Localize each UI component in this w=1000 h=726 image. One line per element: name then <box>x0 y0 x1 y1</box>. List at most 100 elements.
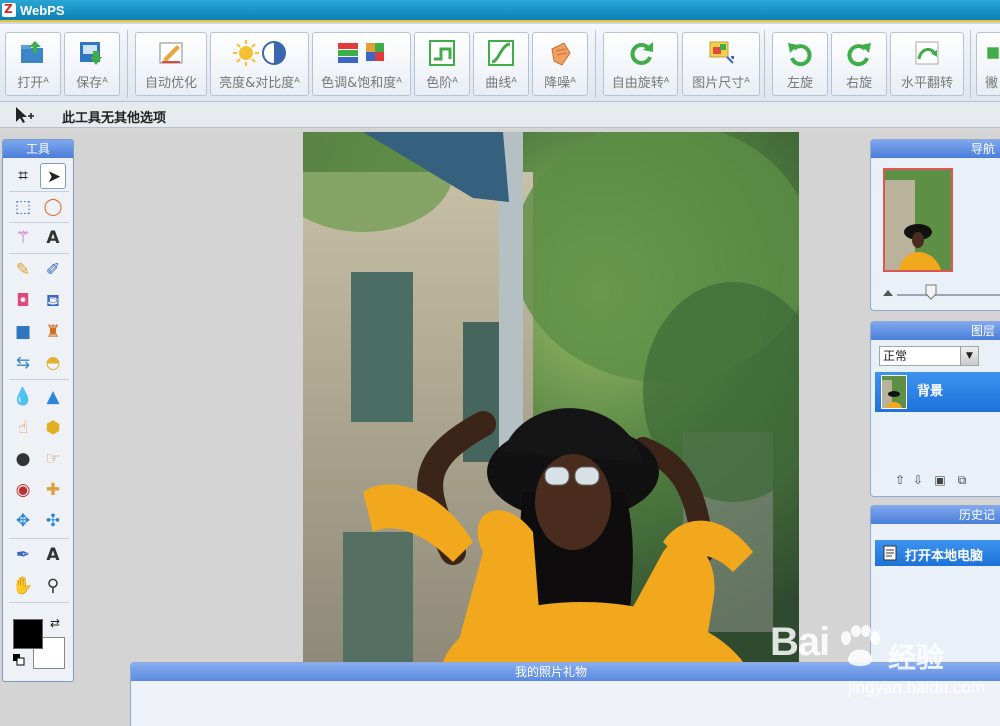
watermark-brand: Bai <box>770 620 830 664</box>
shape-icon: ◓ <box>45 353 61 373</box>
magic-wand-tool[interactable]: ⚚ <box>10 225 36 251</box>
navigator-title: 导航 <box>871 140 1000 158</box>
magic-wand-icon: ⚚ <box>15 228 31 248</box>
sponge-icon: ⬢ <box>45 418 61 438</box>
free-rotate-button[interactable]: 自由旋转ᴬ <box>603 32 678 96</box>
image-size-label: 图片尺寸ᴬ <box>692 76 750 91</box>
layer-item-background[interactable]: 背景 <box>875 372 1000 412</box>
more-button[interactable]: 徶 <box>976 32 1000 96</box>
zoom-slider-handle[interactable] <box>925 284 937 300</box>
bloat-tool[interactable]: ✥ <box>10 508 36 534</box>
history-item-open[interactable]: 打开本地电脑 <box>875 540 1000 566</box>
move-tool[interactable]: ➤ <box>40 163 66 189</box>
swap-colors-icon[interactable]: ⇄ <box>50 616 60 630</box>
blur-tool[interactable]: 💧 <box>10 384 36 410</box>
zoom-slider-track[interactable] <box>897 294 1000 296</box>
app-logo-icon <box>2 2 16 17</box>
fill-bucket-tool[interactable]: ⛾ <box>40 288 66 314</box>
burn-tool[interactable]: ● <box>10 446 36 472</box>
magnifier-icon: ⚲ <box>46 576 60 596</box>
navigator-thumbnail[interactable] <box>883 168 953 272</box>
curves-button[interactable]: 曲线ᴬ <box>473 32 529 96</box>
spot-heal-tool[interactable]: ✚ <box>40 477 66 503</box>
stamp-tool[interactable]: ♜ <box>40 319 66 345</box>
hand-icon: ✋ <box>12 576 34 596</box>
color-picker-tool[interactable]: ✒ <box>10 542 36 568</box>
rotate-right-label: 右旋 <box>845 76 872 91</box>
open-button-label: 打开ᴬ <box>17 76 49 91</box>
pinch-icon: ✣ <box>45 511 61 531</box>
move-layer-down-icon[interactable]: ⇩ <box>911 473 925 487</box>
hue-saturation-label: 色调&饱和度ᴬ <box>321 76 402 91</box>
chevron-down-icon[interactable]: ▼ <box>960 347 978 365</box>
auto-enhance-icon <box>159 42 183 64</box>
save-button[interactable]: 保存ᴬ <box>64 32 120 96</box>
delete-layer-icon[interactable]: ▣ <box>933 473 947 487</box>
denoise-button[interactable]: 降噪ᴬ <box>532 32 588 96</box>
dodge-tool[interactable]: ☞ <box>40 446 66 472</box>
burn-icon: ● <box>15 449 31 469</box>
zoom-tool[interactable]: ⚲ <box>40 573 66 599</box>
layer-name: 背景 <box>917 384 944 399</box>
rotate-left-icon <box>788 43 812 67</box>
image-size-button[interactable]: 图片尺寸ᴬ <box>682 32 760 96</box>
hue-saturation-icon <box>337 43 384 63</box>
auto-enhance-button[interactable]: 自动优化 <box>135 32 207 96</box>
zoom-out-icon[interactable] <box>883 288 893 296</box>
stamp-icon: ♜ <box>45 322 61 342</box>
tools-divider <box>9 538 69 539</box>
marquee-tool[interactable]: ⬚ <box>10 194 36 220</box>
free-rotate-icon <box>630 42 653 65</box>
pinch-tool[interactable]: ✣ <box>40 508 66 534</box>
tools-divider <box>9 253 69 254</box>
fill-bucket-icon: ⛾ <box>46 291 60 311</box>
pencil-tool[interactable]: ✎ <box>10 257 36 283</box>
photo-illustration <box>303 132 799 662</box>
sponge-tool[interactable]: ⬢ <box>40 415 66 441</box>
sharpen-tool[interactable]: ▲ <box>40 384 66 410</box>
shape-tool[interactable]: ◓ <box>40 350 66 376</box>
open-button[interactable]: 打开ᴬ <box>5 32 61 96</box>
flip-horizontal-button[interactable]: 水平翻转 <box>890 32 964 96</box>
history-item-label: 打开本地电脑 <box>905 549 984 564</box>
tools-panel: 工具 ⌗ ➤ ⬚ ◯ ⚚ A ✎ ✐ ◘ ⛾ ■ ♜ ⇆ ◓ 💧 ▲ ☝ ⬢ ●… <box>2 139 74 682</box>
save-icon <box>80 42 102 65</box>
text-tool-2[interactable]: A <box>40 542 66 568</box>
eraser-tool[interactable]: ◘ <box>10 288 36 314</box>
hue-saturation-button[interactable]: 色调&饱和度ᴬ <box>312 32 411 96</box>
crop-tool[interactable]: ⌗ <box>10 163 36 189</box>
lasso-tool[interactable]: ◯ <box>40 194 66 220</box>
replace-color-icon: ⇆ <box>15 353 31 373</box>
red-eye-icon: ◉ <box>15 480 31 500</box>
sharpen-icon: ▲ <box>46 387 60 407</box>
smudge-tool[interactable]: ☝ <box>10 415 36 441</box>
gradient-icon: ■ <box>14 322 32 342</box>
text-icon: A <box>46 545 60 565</box>
tools-divider <box>9 222 69 223</box>
foreground-color-swatch[interactable] <box>13 619 43 649</box>
canvas-image[interactable] <box>303 132 799 662</box>
bloat-icon: ✥ <box>15 511 31 531</box>
brightness-contrast-label: 亮度&对比度ᴬ <box>219 76 300 91</box>
denoise-icon <box>551 42 571 66</box>
brush-tool[interactable]: ✐ <box>40 257 66 283</box>
baidu-watermark: Bai 经验 jingyan.baidu.com <box>770 620 1000 700</box>
tool-options-bar: 此工具无其他选项 <box>0 102 1000 128</box>
levels-button[interactable]: 色阶ᴬ <box>414 32 470 96</box>
flip-horizontal-label: 水平翻转 <box>900 76 953 91</box>
reset-colors-icon[interactable] <box>13 654 25 666</box>
tools-divider <box>9 191 69 192</box>
levels-label: 色阶ᴬ <box>426 76 458 91</box>
hand-tool[interactable]: ✋ <box>10 573 36 599</box>
denoise-label: 降噪ᴬ <box>544 76 576 91</box>
rotate-left-button[interactable]: 左旋 <box>772 32 828 96</box>
gradient-tool[interactable]: ■ <box>10 319 36 345</box>
new-layer-icon[interactable]: ⧉ <box>955 473 969 487</box>
rotate-right-button[interactable]: 右旋 <box>831 32 887 96</box>
tools-panel-title: 工具 <box>3 140 73 158</box>
brightness-contrast-button[interactable]: 亮度&对比度ᴬ <box>210 32 309 96</box>
move-layer-up-icon[interactable]: ⇧ <box>893 473 907 487</box>
red-eye-tool[interactable]: ◉ <box>10 477 36 503</box>
text-tool[interactable]: A <box>40 225 66 251</box>
replace-color-tool[interactable]: ⇆ <box>10 350 36 376</box>
